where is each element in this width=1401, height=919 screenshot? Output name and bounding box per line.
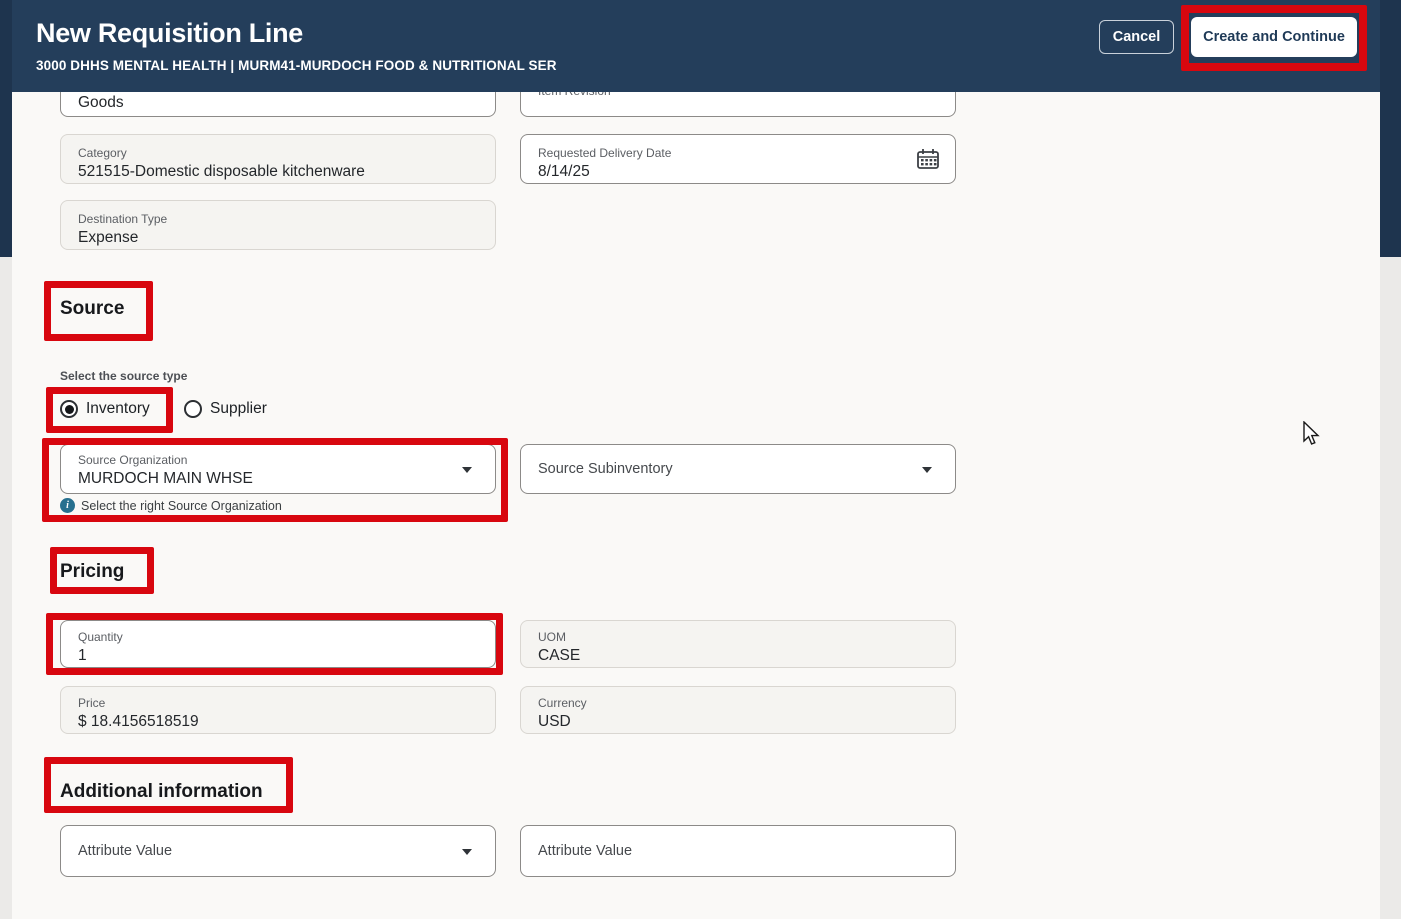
category-field: Category 521515-Domestic disposable kitc… — [60, 134, 496, 184]
uom-field: UOM CASE — [520, 620, 956, 668]
chevron-down-icon[interactable] — [922, 467, 932, 473]
currency-field: Currency USD — [520, 686, 956, 734]
new-requisition-line-page: Goods Item Revision Category 521515-Dome… — [0, 0, 1401, 919]
requested-delivery-date-field[interactable]: Requested Delivery Date 8/14/25 — [520, 134, 956, 184]
radio-inventory[interactable]: Inventory — [60, 400, 150, 418]
category-label: Category — [78, 146, 127, 160]
item-type-value: Goods — [78, 94, 124, 112]
radio-inventory-label: Inventory — [86, 400, 150, 418]
destination-type-value: Expense — [78, 229, 138, 247]
attribute-value-dropdown-label: Attribute Value — [78, 826, 172, 876]
info-icon: i — [60, 498, 75, 513]
source-section-heading: Source — [60, 298, 124, 320]
destination-type-field: Destination Type Expense — [60, 200, 496, 250]
requested-delivery-date-value: 8/14/25 — [538, 163, 590, 181]
requested-delivery-date-label: Requested Delivery Date — [538, 146, 671, 160]
source-subinventory-dropdown[interactable]: Source Subinventory — [520, 444, 956, 494]
pricing-section-heading: Pricing — [60, 561, 124, 583]
source-type-label: Select the source type — [60, 369, 187, 383]
page-title: New Requisition Line — [36, 18, 303, 49]
modal-header: New Requisition Line 3000 DHHS MENTAL HE… — [12, 0, 1380, 92]
radio-selected-dot — [65, 405, 74, 414]
currency-label: Currency — [538, 696, 587, 710]
quantity-value: 1 — [78, 647, 87, 665]
source-organization-dropdown[interactable]: Source Organization MURDOCH MAIN WHSE — [60, 444, 496, 494]
source-organization-value: MURDOCH MAIN WHSE — [78, 470, 253, 488]
source-organization-help: i Select the right Source Organization — [60, 498, 282, 513]
uom-label: UOM — [538, 630, 566, 644]
attribute-value-dropdown[interactable]: Attribute Value — [60, 825, 496, 877]
cancel-button[interactable]: Cancel — [1099, 20, 1174, 54]
currency-value: USD — [538, 713, 571, 731]
quantity-field[interactable]: Quantity 1 — [60, 620, 496, 668]
price-value: $ 18.4156518519 — [78, 713, 199, 731]
price-field: Price $ 18.4156518519 — [60, 686, 496, 734]
mouse-pointer — [1302, 421, 1322, 447]
category-value: 521515-Domestic disposable kitchenware — [78, 163, 365, 181]
destination-type-label: Destination Type — [78, 212, 167, 226]
quantity-label: Quantity — [78, 630, 123, 644]
price-label: Price — [78, 696, 105, 710]
source-subinventory-label: Source Subinventory — [538, 445, 673, 493]
create-and-continue-button[interactable]: Create and Continue — [1191, 17, 1357, 57]
radio-inventory-control[interactable] — [60, 400, 78, 418]
additional-information-heading: Additional information — [60, 781, 263, 803]
page-subtitle: 3000 DHHS MENTAL HEALTH | MURM41-MURDOCH… — [36, 58, 557, 73]
chevron-down-icon[interactable] — [462, 849, 472, 855]
radio-supplier[interactable]: Supplier — [184, 400, 267, 418]
source-organization-help-text: Select the right Source Organization — [81, 499, 282, 513]
source-organization-label: Source Organization — [78, 453, 187, 467]
radio-supplier-label: Supplier — [210, 400, 267, 418]
radio-supplier-control[interactable] — [184, 400, 202, 418]
uom-value: CASE — [538, 647, 580, 665]
chevron-down-icon[interactable] — [462, 467, 472, 473]
attribute-value-field-label: Attribute Value — [538, 826, 632, 876]
calendar-icon[interactable] — [916, 148, 940, 170]
attribute-value-field[interactable]: Attribute Value — [520, 825, 956, 877]
